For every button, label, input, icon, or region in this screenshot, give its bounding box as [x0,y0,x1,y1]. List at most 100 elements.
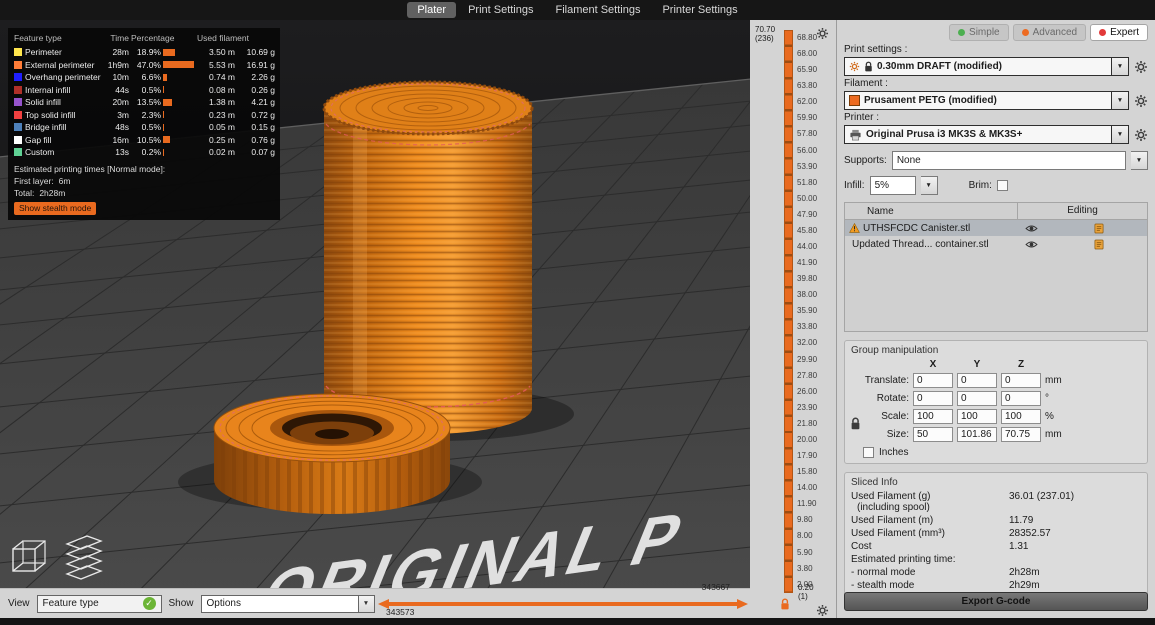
legend-rows: Perimeter 28m 18.9% 3.50 m 10.69 g Exter… [14,46,274,159]
infill-label: Infill: [844,180,865,191]
group-manipulation-panel: Group manipulation X Y Z Translate: 0 0 … [844,340,1148,464]
prusaslicer-window: PlaterPrint SettingsFilament SettingsPri… [0,0,1155,625]
supports-select[interactable]: None [892,151,1126,170]
view-label: View [8,598,30,609]
eye-icon[interactable] [1025,224,1038,233]
legend-row: Overhang perimeter 10m 6.6% 0.74 m 2.26 … [14,71,274,84]
filament-label: Filament : [844,78,1148,89]
layer-tick: 56.00 [797,143,817,159]
supports-arrow[interactable]: ▼ [1131,151,1148,170]
show-options-arrow[interactable]: ▼ [359,595,375,613]
feature-color-swatch [14,61,22,69]
filament-arrow[interactable]: ▼ [1112,91,1129,110]
layer-tick: 27.80 [797,368,817,384]
print-settings-gear-icon[interactable] [1134,60,1148,74]
x-input[interactable]: 0 [913,373,953,388]
object-list: Name Editing UTHSFCDC Canister.stl Updat… [844,202,1148,332]
infill-select[interactable]: 5% [870,176,916,195]
printer-label: Printer : [844,112,1148,123]
print-settings-label: Print settings : [844,44,1148,55]
move-slider[interactable]: 343667 343573 [378,589,748,619]
move-slider-right-cap[interactable] [737,599,748,609]
legend-row: Gap fill 16m 10.5% 0.25 m 0.76 g [14,134,274,147]
view-mode-select[interactable]: Feature type ✓ [37,595,162,613]
layer-tick: 29.90 [797,352,817,368]
manipulation-rows: Translate: 0 0 0 mm Rotate: 0 0 0 ° Scal… [851,373,1141,442]
percentage-bar [163,136,170,143]
filament-combo[interactable]: Prusament PETG (modified) [844,91,1112,110]
percentage-bar [163,49,175,56]
infill-arrow[interactable]: ▼ [921,176,938,195]
editing-cell [1017,239,1147,250]
layer-tick: 20.00 [797,432,817,448]
slider-settings-gear-icon[interactable] [816,27,829,40]
canister-model[interactable] [324,82,532,434]
filament-gear-icon[interactable] [1134,94,1148,108]
layer-slider-area: 70.70 (236) 68.8068.0065.9063.8062.0059.… [750,20,836,618]
move-slider-high-value: 343667 [702,582,730,592]
feature-color-swatch [14,48,22,56]
z-input[interactable]: 0 [1001,373,1041,388]
layers-view-icon[interactable] [59,530,109,582]
layer-tick: 5.90 [797,545,817,561]
printer-combo[interactable]: Original Prusa i3 MK3S & MK3S+ [844,125,1112,144]
view-cube-icon[interactable] [6,534,52,582]
manipulation-row: Scale: 100 100 100 % [859,409,1141,424]
layer-tick: 23.90 [797,400,817,416]
lid-model[interactable] [214,394,450,514]
y-input[interactable]: 0 [957,391,997,406]
export-gcode-button[interactable]: Export G-code [844,592,1148,611]
move-slider-track[interactable] [388,602,738,606]
supports-row: Supports: None ▼ [844,151,1148,170]
sliced-info-row: Used Filament (mm³) 28352.57 [851,528,1141,539]
sliced-info-row: Used Filament (g) (including spool) 36.0… [851,491,1141,513]
move-slider-low-value: 343573 [386,607,414,617]
inches-checkbox[interactable] [863,447,874,458]
layer-tick: 38.00 [797,287,817,303]
percentage-bar [163,61,194,68]
z-input[interactable]: 0 [1001,391,1041,406]
layer-tick: 35.90 [797,303,817,319]
mode-dot-icon [1022,29,1029,36]
print-settings-combo[interactable]: 0.30mm DRAFT (modified) [844,57,1112,76]
z-input[interactable]: 70.75 [1001,427,1041,442]
object-list-row[interactable]: Updated Thread... container.stl [845,236,1147,252]
layer-range-slider[interactable] [784,30,793,593]
mode-button[interactable]: Advanced [1013,24,1086,41]
y-input[interactable]: 0 [957,373,997,388]
tab[interactable]: Printer Settings [652,2,747,18]
x-input[interactable]: 50 [913,427,953,442]
printer-gear-icon[interactable] [1134,128,1148,142]
editing-icon[interactable] [1094,239,1104,250]
y-input[interactable]: 100 [957,409,997,424]
y-input[interactable]: 101.86 [957,427,997,442]
mode-dot-icon [1099,29,1106,36]
layer-tick: 15.80 [797,464,817,480]
x-input[interactable]: 0 [913,391,953,406]
uniform-scale-lock-icon[interactable] [850,417,861,431]
legend-row: Internal infill 44s 0.5% 0.08 m 0.26 g [14,84,274,97]
legend-row: Solid infill 20m 13.5% 1.38 m 4.21 g [14,96,274,109]
object-list-row[interactable]: UTHSFCDC Canister.stl [845,220,1147,236]
legend-toggle-icon[interactable]: ✓ [143,597,156,610]
percentage-bar [163,99,172,106]
eye-icon[interactable] [1025,240,1038,249]
print-settings-arrow[interactable]: ▼ [1112,57,1129,76]
tab[interactable]: Print Settings [458,2,543,18]
tab[interactable]: Plater [407,2,456,18]
viewport-3d[interactable]: ORIGINAL P [0,20,750,588]
mode-button[interactable]: Simple [949,24,1009,41]
printer-arrow[interactable]: ▼ [1112,125,1129,144]
show-stealth-mode-button[interactable]: Show stealth mode [14,202,96,215]
z-input[interactable]: 100 [1001,409,1041,424]
show-options-select[interactable]: Options [201,595,359,613]
brim-checkbox[interactable] [997,180,1008,191]
x-input[interactable]: 100 [913,409,953,424]
slider-gear-icon[interactable] [816,604,829,617]
tab[interactable]: Filament Settings [545,2,650,18]
sliced-info-rows: Used Filament (g) (including spool) 36.0… [851,491,1141,591]
mode-button[interactable]: Expert [1090,24,1148,41]
slider-lock-icon[interactable] [780,598,790,611]
editing-icon[interactable] [1094,223,1104,234]
top-tab-bar: PlaterPrint SettingsFilament SettingsPri… [0,0,1155,20]
